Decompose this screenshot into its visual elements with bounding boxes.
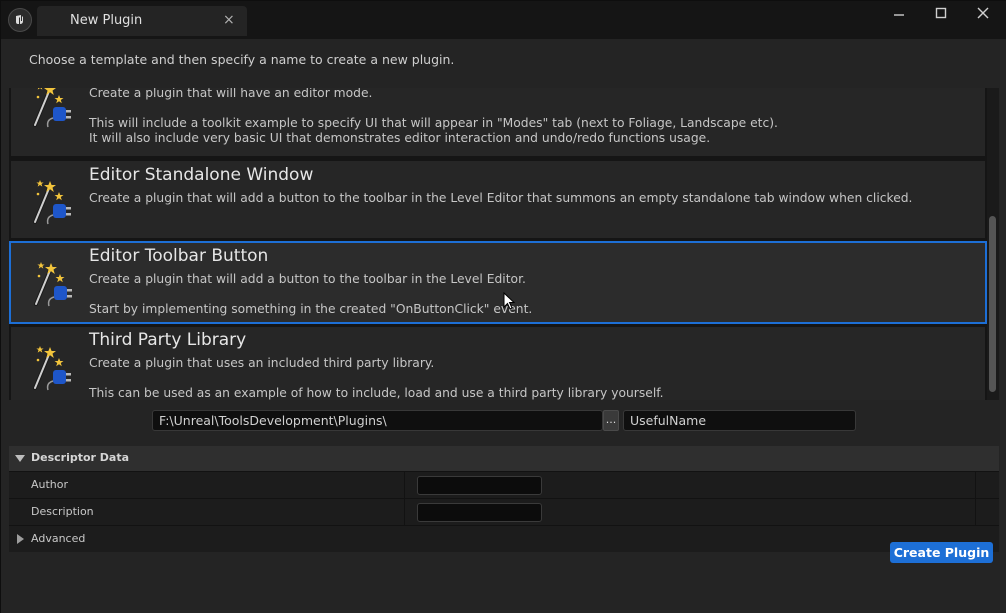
author-label: Author xyxy=(31,478,69,491)
close-icon[interactable]: × xyxy=(223,12,235,28)
descriptor-data-section: Descriptor Data Author Description Advan… xyxy=(9,446,999,552)
window-close-button[interactable] xyxy=(965,5,1001,27)
plugin-wand-icon xyxy=(26,338,76,394)
advanced-row[interactable]: Advanced xyxy=(9,525,999,552)
template-description: Create a plugin that will add a button t… xyxy=(89,191,913,205)
expand-arrow-icon xyxy=(15,455,25,462)
description-label: Description xyxy=(31,505,94,518)
template-title: Editor Standalone Window xyxy=(89,165,314,185)
divider xyxy=(404,472,405,498)
plugin-name-input[interactable] xyxy=(623,410,856,431)
template-title: Third Party Library xyxy=(89,330,247,350)
plugin-wand-icon xyxy=(26,172,76,228)
descriptor-data-header[interactable]: Descriptor Data xyxy=(9,446,999,471)
title-bar: New Plugin × xyxy=(1,1,1006,39)
divider xyxy=(975,499,976,525)
descriptor-data-label: Descriptor Data xyxy=(31,451,130,464)
divider xyxy=(404,499,405,525)
plugin-path-input[interactable] xyxy=(152,410,603,431)
template-item-editor-standalone-window[interactable]: Editor Standalone Window Create a plugin… xyxy=(11,161,985,238)
author-row: Author xyxy=(9,471,999,498)
template-item-third-party-library[interactable]: Third Party Library Create a plugin that… xyxy=(11,327,985,400)
template-list: Create a plugin that will have an editor… xyxy=(9,88,987,400)
intro-text: Choose a template and then specify a nam… xyxy=(29,52,455,67)
description-row: Description xyxy=(9,498,999,525)
advanced-label: Advanced xyxy=(31,532,86,545)
unreal-logo-icon xyxy=(8,8,32,32)
template-description: Create a plugin that uses an included th… xyxy=(89,356,664,400)
description-field[interactable] xyxy=(417,503,542,522)
plugin-wand-icon xyxy=(26,88,76,131)
tab-new-plugin[interactable]: New Plugin × xyxy=(37,6,247,36)
minimize-button[interactable] xyxy=(881,5,917,27)
mouse-cursor-icon xyxy=(503,292,516,310)
template-description: Create a plugin that will have an editor… xyxy=(89,88,778,145)
template-list-scrollbar[interactable] xyxy=(987,88,999,400)
divider xyxy=(975,472,976,498)
create-plugin-button[interactable]: Create Plugin xyxy=(890,542,993,563)
template-item-editor-mode[interactable]: Create a plugin that will have an editor… xyxy=(11,88,985,156)
template-item-editor-toolbar-button[interactable]: Editor Toolbar Button Create a plugin th… xyxy=(9,241,987,324)
template-description: Create a plugin that will add a button t… xyxy=(89,272,533,316)
dialog-content: Choose a template and then specify a nam… xyxy=(1,39,1006,613)
scrollbar-thumb[interactable] xyxy=(989,216,996,392)
author-field[interactable] xyxy=(417,476,542,495)
new-plugin-window: New Plugin × Choose a template and then … xyxy=(0,0,1006,613)
maximize-button[interactable] xyxy=(923,5,959,27)
collapsed-arrow-icon xyxy=(17,534,24,544)
plugin-wand-icon xyxy=(27,254,77,310)
template-title: Editor Toolbar Button xyxy=(89,246,269,266)
browse-path-button[interactable]: ... xyxy=(603,410,619,431)
tab-title: New Plugin xyxy=(70,13,143,28)
